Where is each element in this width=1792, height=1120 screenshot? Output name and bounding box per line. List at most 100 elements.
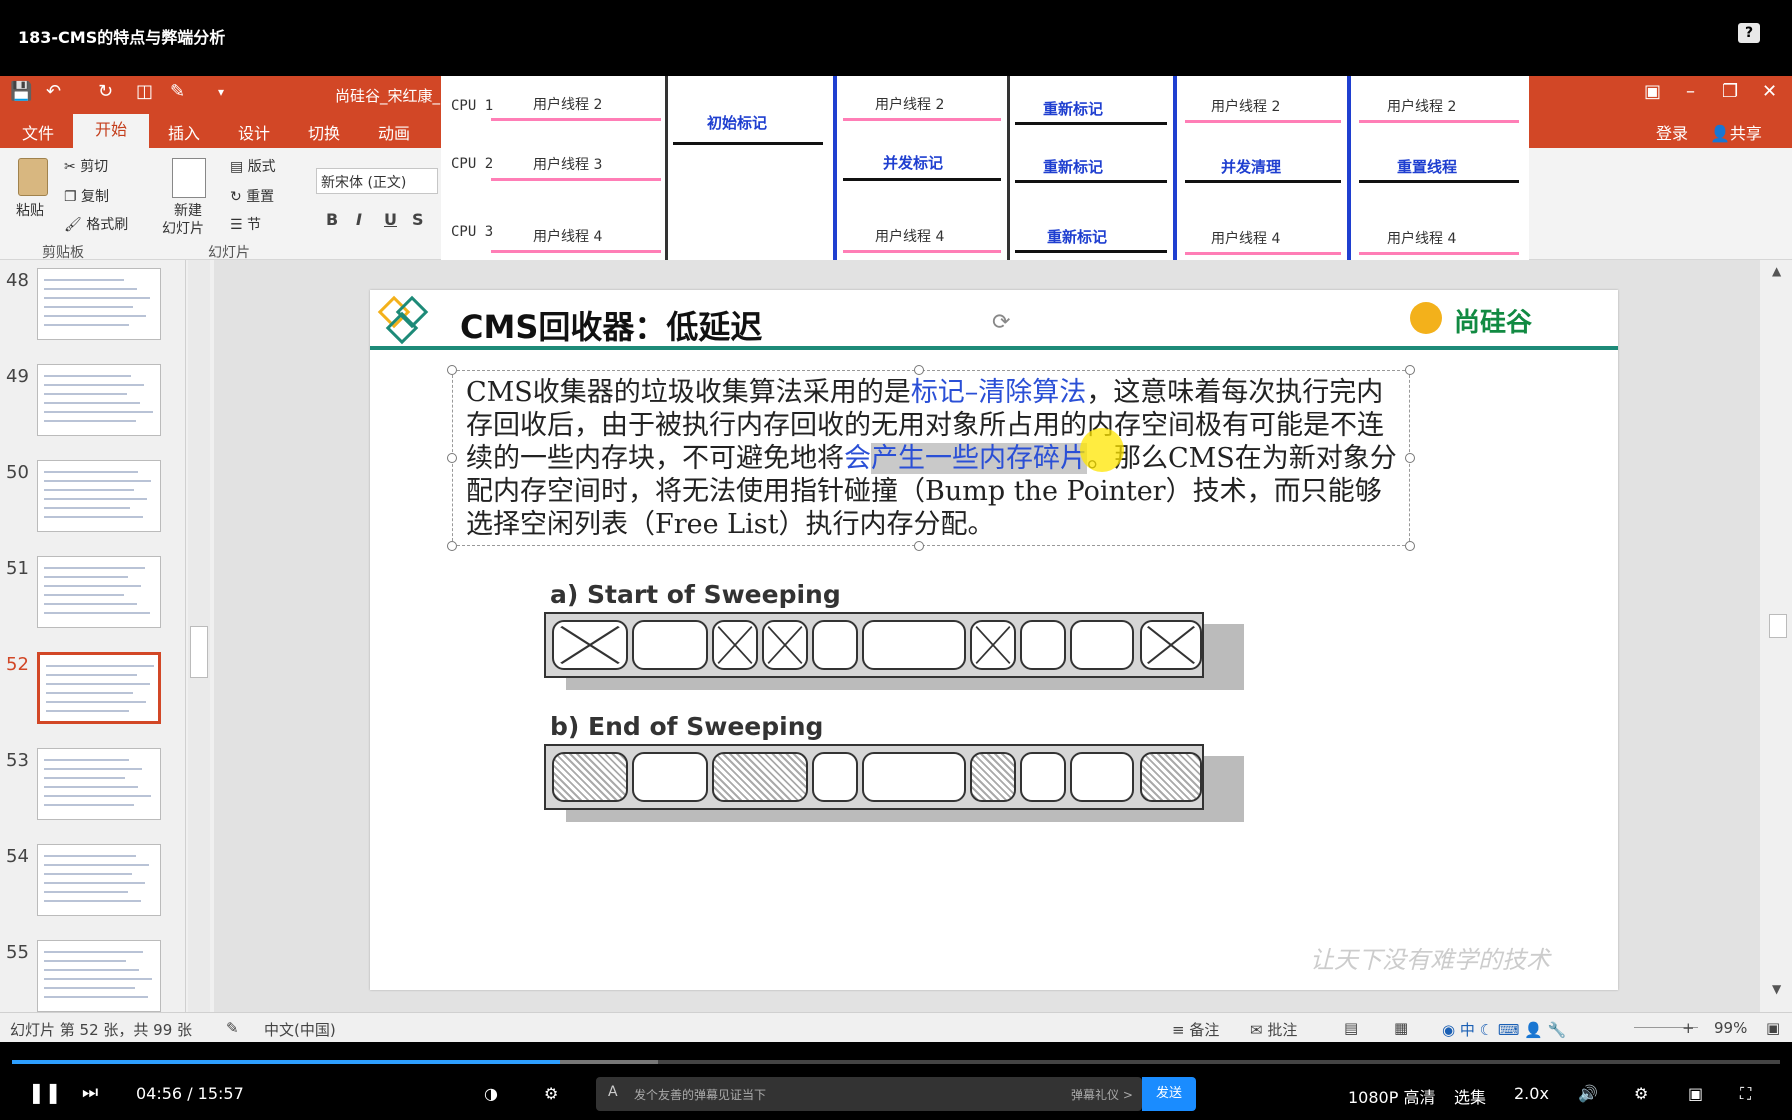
episodes-button[interactable]: 选集 bbox=[1454, 1084, 1486, 1108]
notes-label: 备注 bbox=[1189, 1021, 1220, 1039]
section-icon: ☰ bbox=[230, 217, 248, 233]
slide-body-text[interactable]: CMS收集器的垃圾收集算法采用的是标记–清除算法，这意味着每次执行完内存回收后，… bbox=[466, 376, 1406, 541]
tab-file[interactable]: 文件 bbox=[22, 120, 54, 144]
close-icon[interactable]: ✕ bbox=[1762, 81, 1777, 102]
resize-handle[interactable] bbox=[447, 365, 457, 375]
slide-sorter-icon[interactable]: ▦ bbox=[1394, 1019, 1408, 1037]
strikethrough-button[interactable]: S bbox=[412, 210, 424, 229]
zoom-in-icon[interactable]: + bbox=[1682, 1019, 1695, 1037]
font-select[interactable]: 新宋体 (正文) bbox=[316, 168, 438, 194]
slide-thumbnails-pane: 48 49 50 51 52 53 54 55 bbox=[0, 260, 186, 1012]
slide-thumbnail[interactable] bbox=[37, 748, 161, 820]
redo-icon[interactable]: ↻ bbox=[98, 81, 113, 102]
format-painter-button[interactable]: 🖌 格式刷 bbox=[64, 214, 128, 234]
slide-thumbnail[interactable] bbox=[37, 364, 161, 436]
ime-toolbar[interactable]: ◉ 中 ☾ ⌨ 👤 🔧 bbox=[1442, 1019, 1566, 1040]
scroll-up-icon[interactable]: ▲ bbox=[1772, 264, 1781, 278]
picture-in-picture-icon[interactable]: ▣ bbox=[1688, 1084, 1703, 1103]
help-icon[interactable]: ? bbox=[1738, 23, 1760, 43]
tab-insert[interactable]: 插入 bbox=[168, 120, 200, 144]
share-button[interactable]: 👤共享 bbox=[1710, 120, 1762, 144]
slideshow-icon[interactable]: ◫ bbox=[136, 81, 153, 102]
resize-handle[interactable] bbox=[1405, 541, 1415, 551]
slide-thumbnail[interactable] bbox=[37, 652, 161, 724]
restore-icon[interactable]: ❐ bbox=[1722, 81, 1738, 102]
quality-selector[interactable]: 1080P 高清 bbox=[1348, 1084, 1435, 1108]
slide-thumbnail[interactable] bbox=[37, 460, 161, 532]
thumbnail-text-line bbox=[46, 665, 154, 667]
scrollbar-thumb[interactable] bbox=[190, 626, 208, 678]
slide-logo-diamonds bbox=[377, 295, 429, 345]
bold-button[interactable]: B bbox=[326, 210, 338, 229]
pause-icon[interactable]: ❚❚ bbox=[28, 1080, 62, 1104]
ribbon-display-icon[interactable]: ▣ bbox=[1644, 81, 1661, 102]
layout-button[interactable]: ▤ 版式 bbox=[230, 156, 276, 176]
speed-selector[interactable]: 2.0x bbox=[1514, 1084, 1549, 1103]
slide-thumbnail[interactable] bbox=[37, 268, 161, 340]
comments-label: 批注 bbox=[1267, 1021, 1298, 1039]
thread-label: 用户线程 2 bbox=[875, 97, 945, 113]
resize-handle[interactable] bbox=[1405, 365, 1415, 375]
resize-handle[interactable] bbox=[914, 365, 924, 375]
notes-button[interactable]: ≡ 备注 bbox=[1172, 1019, 1219, 1040]
login-link[interactable]: 登录 bbox=[1656, 120, 1688, 144]
tab-design[interactable]: 设计 bbox=[238, 120, 270, 144]
rotate-handle-icon[interactable]: ⟳ bbox=[992, 310, 1010, 335]
settings-icon[interactable]: ⚙ bbox=[1634, 1084, 1648, 1103]
send-button[interactable]: 发送 bbox=[1142, 1077, 1196, 1111]
section-label: 节 bbox=[247, 217, 262, 233]
copy-button[interactable]: ❐ 复制 bbox=[64, 186, 109, 206]
scroll-down-icon[interactable]: ▼ bbox=[1772, 982, 1781, 996]
garbage-block bbox=[762, 620, 808, 670]
draw-icon[interactable]: ✎ bbox=[170, 81, 185, 102]
paste-button[interactable]: 粘贴 bbox=[16, 200, 44, 220]
volume-icon[interactable]: 🔊 bbox=[1578, 1084, 1598, 1103]
minimize-icon[interactable]: – bbox=[1686, 81, 1695, 102]
cross-icon bbox=[1146, 625, 1196, 665]
new-slide-button[interactable]: 新建 bbox=[174, 200, 202, 220]
reset-button[interactable]: ↻ 重置 bbox=[230, 186, 274, 206]
tab-transitions[interactable]: 切换 bbox=[308, 120, 340, 144]
spellcheck-icon[interactable]: ✎ bbox=[226, 1019, 239, 1037]
thumbnail-text-line bbox=[44, 864, 149, 866]
tab-animations[interactable]: 动画 bbox=[378, 120, 410, 144]
garbage-block bbox=[970, 620, 1016, 670]
scrollbar-thumb[interactable] bbox=[1769, 614, 1787, 638]
slide-thumbnail[interactable] bbox=[37, 556, 161, 628]
thumbnail-text-line bbox=[44, 507, 130, 509]
undo-icon[interactable]: ↶ bbox=[46, 81, 61, 102]
section-button[interactable]: ☰ 节 bbox=[230, 214, 261, 234]
text-style-icon[interactable]: A bbox=[608, 1084, 618, 1100]
thumbnail-scrollbar[interactable] bbox=[188, 260, 210, 1012]
language-indicator[interactable]: 中文(中国) bbox=[264, 1019, 336, 1040]
danmaku-settings-icon[interactable]: ⚙ bbox=[544, 1084, 558, 1103]
comments-button[interactable]: ✉ 批注 bbox=[1250, 1019, 1297, 1040]
danmaku-toggle-icon[interactable]: ◑ bbox=[484, 1084, 498, 1103]
italic-button[interactable]: I bbox=[356, 210, 362, 229]
danmaku-etiquette-link[interactable]: 弹幕礼仪 > bbox=[1071, 1086, 1133, 1103]
save-icon[interactable]: 💾 bbox=[10, 81, 32, 102]
normal-view-icon[interactable]: ▤ bbox=[1344, 1019, 1358, 1037]
slide-thumbnail[interactable] bbox=[37, 940, 161, 1012]
thumbnail-text-line bbox=[44, 759, 129, 761]
next-icon[interactable]: ⏭ bbox=[82, 1082, 98, 1103]
tab-home[interactable]: 开始 bbox=[73, 114, 149, 148]
fit-slide-icon[interactable]: ▣ bbox=[1766, 1019, 1780, 1037]
thumbnail-text-line bbox=[44, 900, 141, 902]
customize-qat-icon[interactable]: ▾ bbox=[218, 85, 224, 99]
resize-handle[interactable] bbox=[1405, 453, 1415, 463]
danmaku-input[interactable]: A 发个友善的弹幕见证当下 弹幕礼仪 > bbox=[596, 1077, 1142, 1111]
resize-handle[interactable] bbox=[447, 541, 457, 551]
resize-handle[interactable] bbox=[447, 453, 457, 463]
zoom-level[interactable]: 99% bbox=[1714, 1019, 1747, 1037]
resize-handle[interactable] bbox=[914, 541, 924, 551]
gc-arrow bbox=[1185, 180, 1341, 183]
document-title: 尚硅谷_宋红康_ bbox=[335, 87, 441, 105]
underline-button[interactable]: U bbox=[384, 210, 397, 229]
cut-button[interactable]: ✂ 剪切 bbox=[64, 156, 108, 176]
reset-icon: ↻ bbox=[230, 189, 247, 205]
fullscreen-icon[interactable]: ⛶ bbox=[1740, 1084, 1751, 1104]
slide-thumbnail[interactable] bbox=[37, 844, 161, 916]
thread-arrow bbox=[491, 250, 661, 253]
editor-scrollbar[interactable]: ▲ ▼ bbox=[1764, 260, 1792, 1012]
